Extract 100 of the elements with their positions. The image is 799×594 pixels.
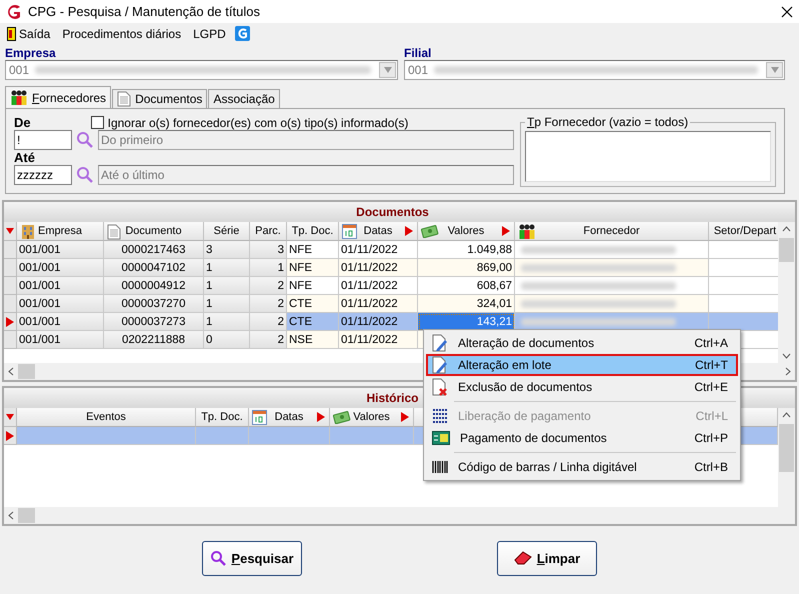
scrollbar-thumb[interactable] (779, 424, 794, 472)
table-cell: NFE (287, 241, 339, 259)
field-label: De (14, 115, 31, 130)
dropdown-arrow-icon (384, 65, 392, 75)
menu-item[interactable]: Pagamento de documentos Ctrl+P (426, 427, 738, 449)
tab[interactable]: Associação (208, 89, 280, 108)
column-header[interactable]: Valores (418, 222, 515, 241)
current-row-icon (6, 430, 14, 440)
menu-item[interactable]: Código de barras / Linha digitável Ctrl+B (426, 456, 738, 478)
edit-document-icon (432, 334, 448, 352)
dropdown-arrow-icon (770, 65, 778, 75)
menu-item[interactable]: Exclusão de documentos Ctrl+E (426, 376, 738, 398)
table-cell: CTE (287, 295, 339, 313)
column-header[interactable]: Série (204, 222, 250, 241)
scrollbar-thumb[interactable] (18, 364, 35, 379)
search-button[interactable]: Pesquisar (202, 540, 302, 576)
column-header[interactable]: Setor/Depart (709, 222, 778, 241)
table-cell (196, 427, 249, 445)
column-header[interactable]: Tp. Doc. (196, 408, 249, 427)
tab[interactable]: Documentos (112, 89, 208, 108)
scroll-down-icon[interactable] (782, 353, 791, 359)
table-cell: 1.049,88 (418, 241, 515, 259)
scroll-right-icon[interactable] (785, 367, 791, 376)
list-box[interactable] (525, 131, 771, 182)
grid-title: Documentos (356, 205, 429, 219)
close-icon[interactable] (781, 6, 793, 18)
table-cell: 608,67 (418, 277, 515, 295)
checkbox-label: Ignorar o(s) fornecedor(es) com o(s) tipo(s) informado(s) (108, 116, 408, 130)
table-cell: 01/11/2022 (339, 277, 418, 295)
table-cell: 01/11/2022 (339, 331, 418, 349)
checkbox[interactable] (90, 116, 104, 129)
scroll-up-icon[interactable] (782, 412, 791, 418)
group-label: Tp Fornecedor (vazio = todos) (526, 115, 690, 129)
table-cell: 001/001 (17, 331, 104, 349)
tab[interactable]: Fornecedores (5, 86, 112, 108)
combo-box[interactable]: 001 (404, 60, 785, 80)
row-indicator[interactable] (4, 427, 17, 445)
table-cell: 0 (204, 331, 250, 349)
vertical-scrollbar[interactable] (778, 408, 795, 507)
table-cell: NFE (287, 259, 339, 277)
sort-arrow-icon (502, 226, 510, 236)
grid-title: Histórico (366, 391, 418, 405)
column-header[interactable]: Fornecedor (515, 222, 709, 241)
table-cell: 3 (204, 241, 250, 259)
table-cell: 0000037270 (104, 295, 204, 313)
table-cell: 001/001 (17, 277, 104, 295)
money-icon (333, 410, 351, 424)
people-icon (518, 224, 536, 239)
horizontal-scrollbar[interactable] (4, 507, 795, 524)
scroll-left-icon[interactable] (8, 511, 14, 520)
column-header[interactable]: Parc. (250, 222, 287, 241)
table-cell: 0202211888 (104, 331, 204, 349)
list-icon (432, 408, 448, 424)
table-cell: 1 (204, 277, 250, 295)
input-field[interactable]: Até o último (98, 165, 514, 185)
row-indicator[interactable] (4, 313, 17, 331)
input-field[interactable]: zzzzzz (14, 165, 72, 185)
column-header[interactable]: Tp. Doc. (287, 222, 339, 241)
clear-button[interactable]: Limpar (497, 540, 597, 576)
money-icon (421, 224, 439, 238)
scroll-up-icon[interactable] (782, 226, 791, 232)
column-header[interactable]: Eventos (17, 408, 196, 427)
column-header[interactable]: Datas (249, 408, 330, 427)
search-icon[interactable] (76, 166, 94, 184)
table-cell: NSE (287, 331, 339, 349)
menu-item[interactable]: LGPD (190, 26, 229, 40)
column-header[interactable]: Datas (339, 222, 418, 241)
input-field[interactable]: Do primeiro (98, 130, 514, 150)
column-header[interactable]: Documento (104, 222, 204, 241)
field-label: Até (14, 150, 36, 165)
table-cell: 324,01 (418, 295, 515, 313)
table-cell: 001/001 (17, 241, 104, 259)
eraser-icon (514, 551, 532, 565)
scrollbar-thumb[interactable] (18, 508, 35, 523)
menu-item[interactable]: Saída (4, 26, 54, 40)
scrollbar-thumb[interactable] (779, 238, 794, 262)
app-logo-icon (6, 4, 22, 20)
people-icon (10, 90, 28, 105)
table-cell: 2 (250, 295, 287, 313)
table-cell: 1 (250, 259, 287, 277)
menu-item[interactable]: Alteração de documentos Ctrl+A (426, 332, 738, 354)
combo-box[interactable]: 001 (5, 60, 398, 80)
table-cell: 1 (204, 259, 250, 277)
menu-item[interactable]: Procedimentos diários (59, 26, 184, 40)
payment-icon (432, 431, 450, 445)
table-cell: 1 (204, 295, 250, 313)
field-label: Empresa (5, 46, 57, 60)
column-header[interactable]: Empresa (17, 222, 104, 241)
input-field[interactable]: ! (14, 130, 72, 150)
g-logo-icon[interactable] (234, 26, 250, 41)
table-cell: NFE (287, 277, 339, 295)
scroll-left-icon[interactable] (8, 367, 14, 376)
menu-item[interactable]: Alteração em lote Ctrl+T (426, 354, 738, 376)
table-cell: 0000037273 (104, 313, 204, 331)
column-header[interactable]: Valores (330, 408, 414, 427)
table-cell: 1 (204, 313, 250, 331)
current-row-icon (6, 316, 14, 326)
vertical-scrollbar[interactable] (778, 222, 795, 363)
table-cell: 01/11/2022 (339, 259, 418, 277)
edit-document-icon (432, 356, 448, 374)
